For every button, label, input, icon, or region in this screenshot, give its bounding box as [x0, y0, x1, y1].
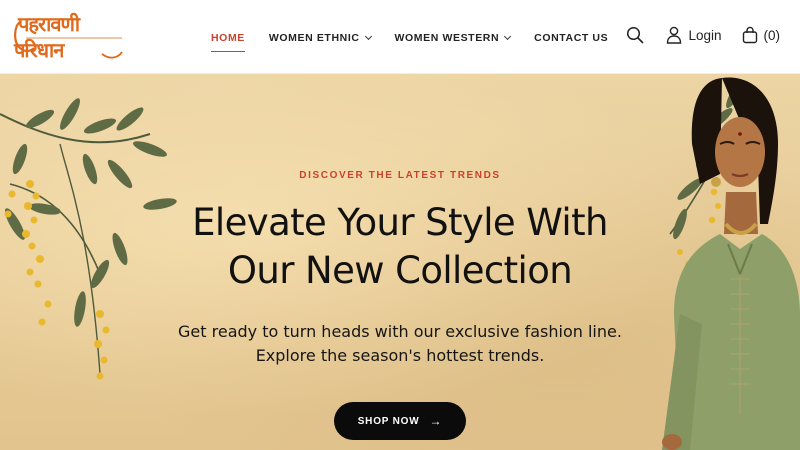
nav-item-women-ethnic[interactable]: WOMEN ETHNIC — [268, 30, 372, 46]
main-nav: HOME WOMEN ETHNIC WOMEN WESTERN CONTACT … — [211, 30, 632, 52]
nav-women-ethnic-label: WOMEN ETHNIC — [268, 32, 360, 44]
hero-banner: DISCOVER THE LATEST TRENDS Elevate Your … — [0, 74, 800, 450]
nav-women-western-label: WOMEN WESTERN — [394, 32, 500, 44]
chevron-down-icon — [504, 32, 512, 41]
nav-item-home[interactable]: HOME — [211, 30, 245, 52]
nav-item-women-western[interactable]: WOMEN WESTERN — [394, 30, 512, 46]
cart-count: (0) — [763, 27, 781, 43]
cart-button[interactable]: (0) — [742, 26, 781, 44]
hero-subtext: Get ready to turn heads with our exclusi… — [0, 320, 800, 368]
hero-sub-line2: Explore the season's hottest trends. — [255, 346, 545, 365]
nav-home-label: HOME — [211, 32, 245, 44]
bag-icon — [742, 26, 757, 44]
nav-contact-us-label: CONTACT US — [534, 32, 609, 44]
arrow-right-icon: → — [429, 414, 443, 428]
login-label: Login — [688, 27, 722, 43]
user-icon — [667, 26, 682, 44]
brand-logo[interactable]: पहरावणी परिधान — [10, 8, 128, 68]
nav-item-contact-us[interactable]: CONTACT US — [534, 30, 608, 46]
hero-eyebrow: DISCOVER THE LATEST TRENDS — [299, 170, 501, 181]
hero-headline-line1: Elevate Your Style With — [192, 201, 608, 244]
chevron-down-icon — [364, 32, 372, 41]
hero-headline-line2: Our New Collection — [227, 249, 573, 292]
logo-line1: पहरावणी — [18, 12, 80, 36]
login-link[interactable]: Login — [666, 26, 722, 44]
header-tools: Login (0) — [626, 26, 780, 44]
hero-headline: Elevate Your Style With Our New Collecti… — [0, 199, 800, 295]
logo-line2: परिधान — [14, 38, 64, 62]
hero-sub-line1: Get ready to turn heads with our exclusi… — [178, 322, 622, 341]
site-header: पहरावणी परिधान HOME WOMEN ETHNIC WOMEN W… — [0, 0, 800, 74]
shop-now-button[interactable]: SHOP NOW → — [334, 402, 466, 440]
shop-now-label: SHOP NOW — [357, 415, 420, 427]
search-icon — [627, 26, 644, 44]
search-button[interactable] — [626, 26, 644, 44]
